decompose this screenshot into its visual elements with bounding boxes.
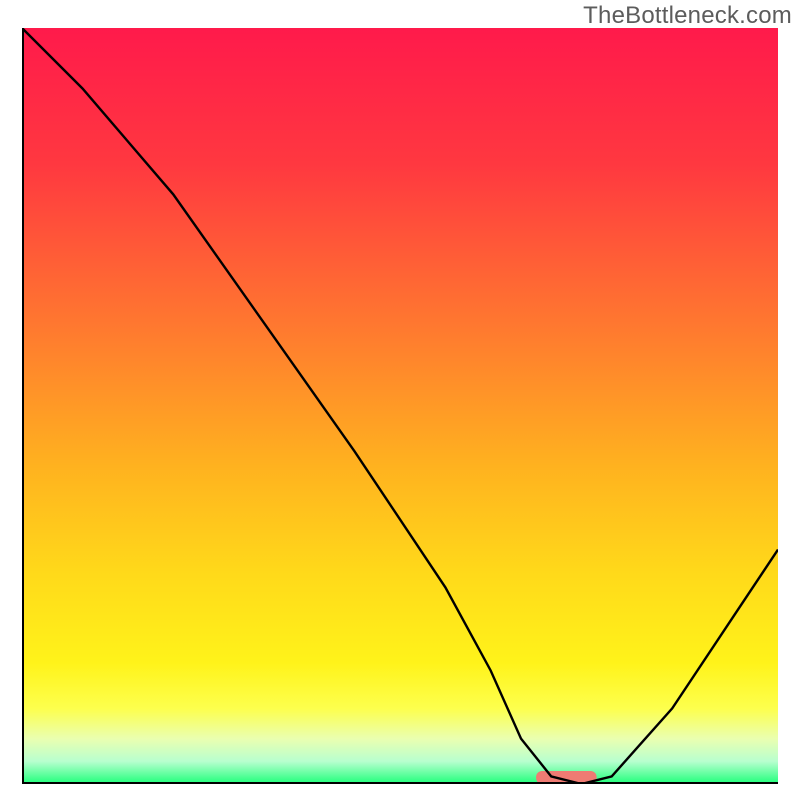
watermark-text: TheBottleneck.com — [583, 2, 792, 30]
gradient-background — [22, 28, 778, 784]
bottleneck-chart — [22, 28, 778, 784]
